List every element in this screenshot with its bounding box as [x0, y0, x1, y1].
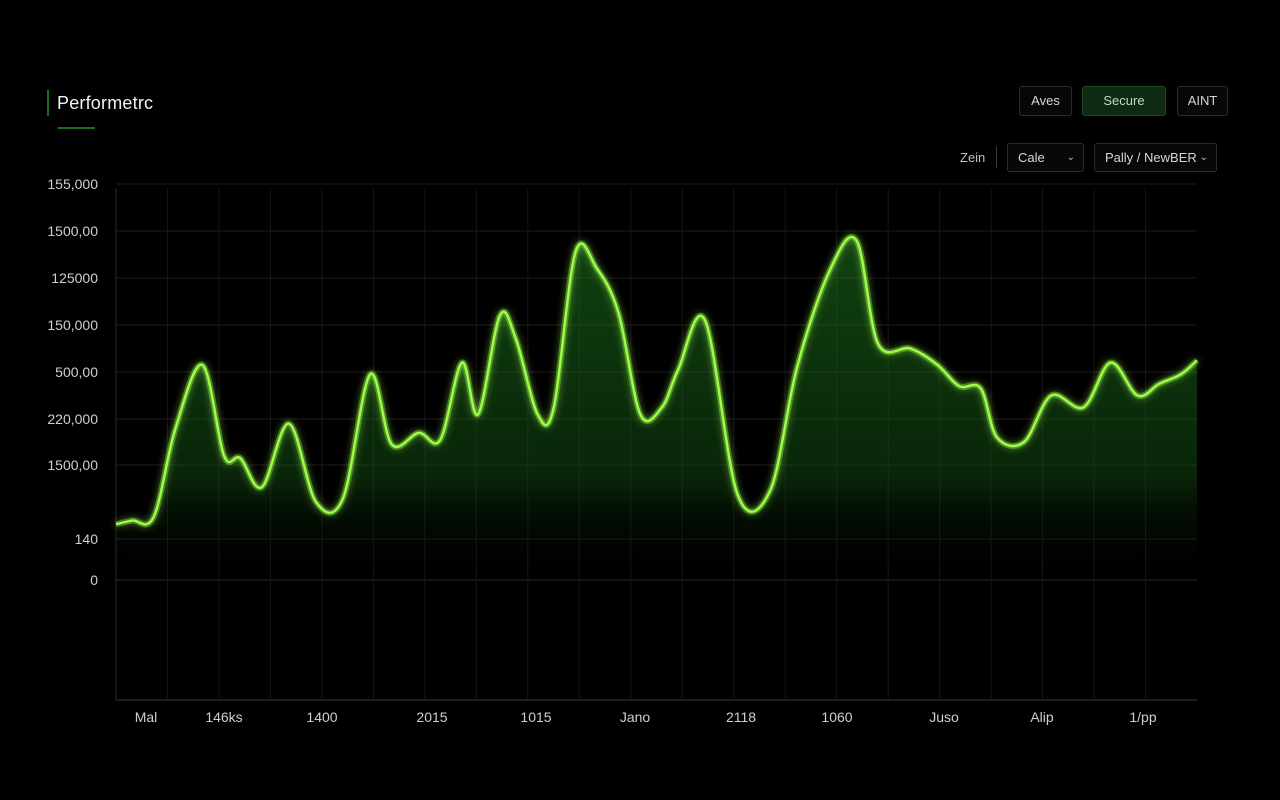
- series-area: [116, 236, 1197, 580]
- chart-panel: Performetrc Aves Secure AINT Zein Cale ⌄…: [0, 0, 1280, 800]
- x-tick-label: 1060: [821, 709, 852, 725]
- x-tick-label: Alip: [1030, 709, 1054, 725]
- y-tick-label: 140: [75, 531, 99, 547]
- x-axis-ticks: Mal 146ks 1400 2015 1015 Jano 2118 1060 Juso Alip…: [135, 709, 1157, 725]
- x-tick-label: 2118: [726, 709, 756, 725]
- y-tick-label: 0: [90, 572, 98, 588]
- x-tick-label: Mal: [135, 709, 158, 725]
- x-tick-label: 1/pp: [1129, 709, 1156, 725]
- x-tick-label: 2015: [416, 709, 447, 725]
- y-tick-label: 500,00: [55, 364, 98, 380]
- x-tick-label: Juso: [929, 709, 959, 725]
- y-tick-label: 220,000: [47, 411, 98, 427]
- y-tick-label: 1500,00: [47, 223, 98, 239]
- y-tick-label: 150,000: [47, 317, 98, 333]
- y-tick-label: 125000: [51, 270, 98, 286]
- y-axis-ticks: 155,000 1500,00 125000 150,000 500,00 220,000…: [47, 176, 98, 588]
- y-tick-label: 1500,00: [47, 457, 98, 473]
- x-tick-label: 1015: [520, 709, 551, 725]
- x-tick-label: 1400: [306, 709, 337, 725]
- x-tick-label: Jano: [620, 709, 651, 725]
- y-tick-label: 155,000: [47, 176, 98, 192]
- area-chart: 155,000 1500,00 125000 150,000 500,00 220,000…: [47, 176, 1200, 725]
- x-tick-label: 146ks: [205, 709, 242, 725]
